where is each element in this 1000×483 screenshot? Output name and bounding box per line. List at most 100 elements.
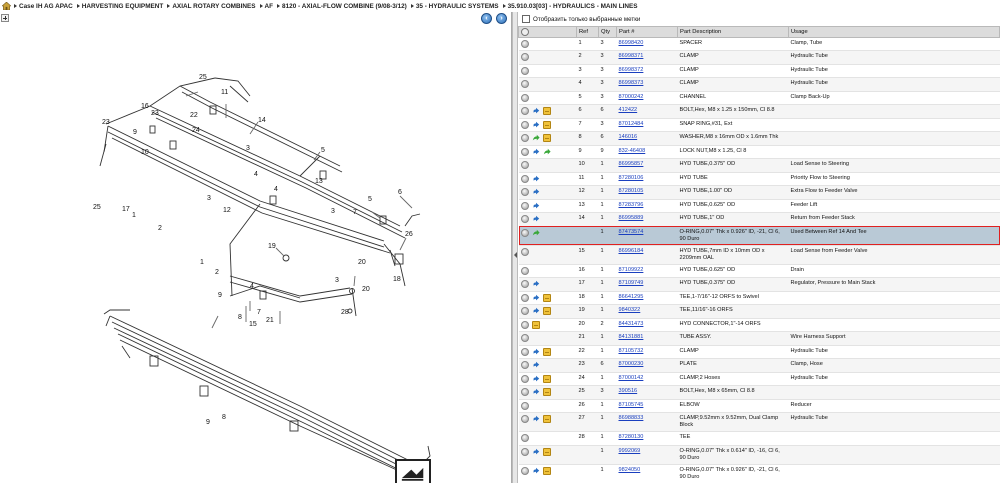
header-qty[interactable]: Qty — [598, 26, 617, 38]
breadcrumb-item[interactable]: HARVESTING EQUIPMENT — [82, 3, 164, 10]
table-row[interactable]: 27 1 86988833 CLAMP,9.52mm x 9.52mm, Dual C… — [518, 412, 1000, 433]
callout[interactable]: 6 — [398, 189, 402, 196]
table-row[interactable]: 20 2 84431473 HYD CONNECTOR,1"-14 ORFS — [518, 318, 1000, 333]
part-number-link[interactable]: 86996184 — [619, 248, 644, 254]
link-icon[interactable] — [532, 467, 540, 475]
link-icon[interactable] — [532, 307, 540, 315]
part-number-link[interactable]: 86995857 — [619, 161, 644, 167]
info-icon[interactable] — [520, 66, 529, 75]
callout[interactable]: 4 — [254, 171, 258, 178]
info-icon[interactable] — [520, 447, 529, 456]
part-number-link[interactable]: 86998420 — [619, 40, 644, 46]
package-icon[interactable] — [531, 320, 540, 329]
info-icon[interactable] — [520, 280, 529, 289]
part-number-link[interactable]: 87280105 — [619, 188, 644, 194]
part-number-link[interactable]: 412422 — [619, 107, 638, 113]
info-icon[interactable] — [520, 107, 529, 116]
breadcrumb-item[interactable]: Case IH AG APAC — [19, 3, 73, 10]
package-icon[interactable] — [542, 388, 551, 397]
header-part-number[interactable]: Part # — [616, 26, 678, 38]
part-number-cell[interactable]: 87000230 — [616, 358, 678, 373]
link-icon[interactable] — [532, 388, 540, 396]
callout[interactable]: 7 — [257, 309, 261, 316]
package-icon[interactable] — [542, 134, 551, 143]
table-row[interactable]: 28 1 87280130 TEE — [518, 431, 1000, 446]
link-icon[interactable] — [532, 415, 540, 423]
part-number-link[interactable]: 390516 — [619, 388, 638, 394]
table-row[interactable]: 24 1 87000142 CLAMP,2 Hoses Hydraulic Tube — [518, 372, 1000, 387]
callout[interactable]: 4 — [274, 186, 278, 193]
callout[interactable]: 23 — [151, 110, 159, 117]
package-icon[interactable] — [542, 347, 551, 356]
part-number-cell[interactable]: 87473574 — [616, 226, 678, 246]
table-row[interactable]: 14 1 86995889 HYD TUBE,1" OD Return from Fee… — [518, 212, 1000, 227]
table-row[interactable]: 16 1 87109922 HYD TUBE,0.625" OD Drain — [518, 264, 1000, 279]
part-number-cell[interactable]: 390516 — [616, 385, 678, 400]
table-row[interactable]: 9 9 832-46408 LOCK NUT,M8 x 1.25, Cl 8 — [518, 145, 1000, 160]
info-icon[interactable] — [520, 334, 529, 343]
table-row[interactable]: 13 1 87283796 HYD TUBE,0.625" OD Feeder Lift — [518, 199, 1000, 214]
part-number-link[interactable]: 87012484 — [619, 121, 644, 127]
table-row[interactable]: 1 9824050 O-RING,0.07" Thk x 0.926" ID, -2… — [518, 464, 1000, 483]
callout[interactable]: 21 — [266, 317, 274, 324]
callout[interactable]: 2 — [158, 225, 162, 232]
arrow-right-icon[interactable]: › — [496, 13, 507, 24]
part-number-link[interactable]: 832-46408 — [619, 148, 646, 154]
table-row[interactable]: 1 87473574 O-RING,0.07" Thk x 0.926" ID, -… — [518, 226, 1000, 246]
part-number-link[interactable]: 146016 — [619, 134, 638, 140]
info-icon[interactable] — [520, 434, 529, 443]
link-icon[interactable] — [532, 175, 540, 183]
callout[interactable]: 1 — [132, 212, 136, 219]
callout[interactable]: 8 — [238, 314, 242, 321]
callout[interactable]: 16 — [141, 103, 149, 110]
link-icon[interactable] — [532, 448, 540, 456]
table-row[interactable]: 4 3 86998373 CLAMP Hydraulic Tube — [518, 77, 1000, 92]
callout[interactable]: 25 — [93, 204, 101, 211]
callout[interactable]: 23 — [102, 119, 110, 126]
link-icon[interactable] — [532, 348, 540, 356]
part-number-link[interactable]: 87280130 — [619, 434, 644, 440]
callout[interactable]: 12 — [223, 207, 231, 214]
part-number-link[interactable]: 86998373 — [619, 80, 644, 86]
info-icon[interactable] — [520, 320, 529, 329]
callout[interactable]: 7 — [353, 209, 357, 216]
link-icon[interactable] — [532, 202, 540, 210]
green-arrow-icon[interactable] — [532, 229, 540, 237]
info-icon[interactable] — [520, 53, 529, 62]
callout[interactable]: 26 — [405, 231, 413, 238]
header-description[interactable]: Part Description — [677, 26, 789, 38]
flag-icon[interactable] — [395, 459, 431, 483]
table-row[interactable]: 1 9992069 O-RING,0.07" Thk x 0.614" ID, -1… — [518, 445, 1000, 465]
part-number-cell[interactable]: 86998372 — [616, 64, 678, 79]
link-icon[interactable] — [532, 121, 540, 129]
info-icon[interactable] — [520, 80, 529, 89]
callout[interactable]: 3 — [246, 145, 250, 152]
collapse-arrow-icon[interactable] — [514, 252, 517, 258]
table-row[interactable]: 18 1 86641295 TEE,1-7/16"-12 ORFS to Swivel — [518, 291, 1000, 306]
part-number-cell[interactable]: 87280105 — [616, 185, 678, 200]
table-row[interactable]: 26 1 87105745 ELBOW Reducer — [518, 399, 1000, 414]
link-icon[interactable] — [532, 188, 540, 196]
table-row[interactable]: 10 1 86995857 HYD TUBE,0.375" OD Load Sense … — [518, 158, 1000, 173]
part-number-cell[interactable]: 86998371 — [616, 50, 678, 65]
package-icon[interactable] — [542, 374, 551, 383]
part-number-cell[interactable]: 86996184 — [616, 245, 678, 265]
info-icon[interactable] — [520, 374, 529, 383]
callout[interactable]: 3 — [331, 208, 335, 215]
info-icon[interactable] — [520, 388, 529, 397]
part-number-cell[interactable]: 86995857 — [616, 158, 678, 173]
table-row[interactable]: 6 6 412422 BOLT,Hex, M8 x 1.25 x 150mm, Cl … — [518, 104, 1000, 119]
package-icon[interactable] — [542, 120, 551, 129]
part-number-cell[interactable]: 84431473 — [616, 318, 678, 333]
part-number-link[interactable]: 86998372 — [619, 67, 644, 73]
part-number-link[interactable]: 87280106 — [619, 175, 644, 181]
link-icon[interactable] — [532, 294, 540, 302]
breadcrumb-item[interactable]: 35 - HYDRAULIC SYSTEMS — [416, 3, 499, 10]
callout[interactable]: 3 — [335, 277, 339, 284]
part-number-link[interactable]: 86995889 — [619, 215, 644, 221]
table-row[interactable]: 7 3 87012484 SNAP RING,#31, Ext — [518, 118, 1000, 133]
settings-icon[interactable] — [521, 28, 529, 36]
part-number-cell[interactable]: 86988833 — [616, 412, 678, 433]
home-icon[interactable] — [2, 2, 11, 10]
part-number-link[interactable]: 87109749 — [619, 280, 644, 286]
